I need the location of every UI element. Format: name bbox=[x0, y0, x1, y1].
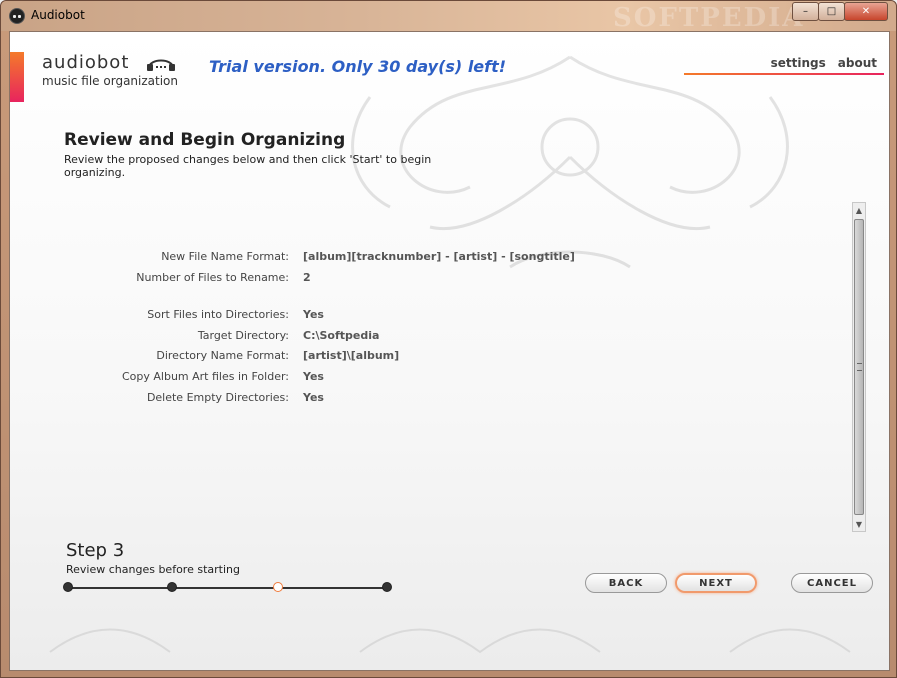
step-title: Step 3 bbox=[66, 540, 125, 561]
page-description: Review the proposed changes below and th… bbox=[64, 153, 432, 179]
summary-row-target-directory: Target Directory: C:\Softpedia bbox=[64, 329, 764, 345]
summary-label: New File Name Format: bbox=[161, 250, 289, 263]
summary-label: Delete Empty Directories: bbox=[146, 391, 289, 404]
summary-label: Sort Files into Directories: bbox=[147, 308, 289, 321]
summary-value: [album][tracknumber] - [artist] - [songt… bbox=[303, 250, 575, 263]
summary-row-directory-name-format: Directory Name Format: [artist]\[album] bbox=[64, 349, 764, 365]
audiobot-app-icon bbox=[9, 8, 25, 24]
headphones-icon bbox=[147, 59, 175, 71]
scroll-up-arrow-icon[interactable]: ▲ bbox=[853, 203, 865, 217]
bottom-ornament bbox=[49, 628, 851, 654]
app-window: Audiobot SOFTPEDIA – □ ✕ audiobot music … bbox=[0, 0, 897, 678]
summary-label: Directory Name Format: bbox=[156, 349, 289, 362]
maximize-button[interactable]: □ bbox=[818, 2, 845, 21]
summary-value: Yes bbox=[303, 370, 324, 383]
title-bar[interactable]: Audiobot SOFTPEDIA – □ ✕ bbox=[1, 1, 896, 33]
softpedia-watermark: SOFTPEDIA bbox=[613, 3, 805, 33]
summary-value: C:\Softpedia bbox=[303, 329, 380, 342]
scroll-down-arrow-icon[interactable]: ▼ bbox=[853, 517, 865, 531]
scroll-grip-icon bbox=[857, 363, 862, 371]
cancel-button[interactable]: CANCEL bbox=[791, 573, 873, 593]
step-description: Review changes before starting bbox=[66, 563, 240, 576]
step-dot-2 bbox=[167, 582, 177, 592]
summary-row-delete-empty-directories: Delete Empty Directories: Yes bbox=[64, 391, 764, 407]
accent-bar bbox=[10, 52, 24, 102]
trial-notice: Trial version. Only 30 day(s) left! bbox=[209, 57, 507, 76]
step-dot-4 bbox=[382, 582, 392, 592]
summary-label: Copy Album Art files in Folder: bbox=[121, 370, 289, 383]
step-dot-3-current bbox=[273, 582, 283, 592]
summary-row-file-name-format: New File Name Format: [album][tracknumbe… bbox=[64, 250, 764, 266]
summary-label: Target Directory: bbox=[197, 329, 289, 342]
summary-row-sort-into-directories: Sort Files into Directories: Yes bbox=[64, 308, 764, 324]
summary-value: 2 bbox=[303, 271, 311, 284]
summary-label: Number of Files to Rename: bbox=[136, 271, 289, 284]
app-tagline: music file organization bbox=[42, 74, 178, 88]
window-title: Audiobot bbox=[31, 8, 85, 22]
app-logo-name: audiobot bbox=[42, 52, 130, 73]
summary-row-files-to-rename: Number of Files to Rename: 2 bbox=[64, 271, 764, 287]
step-dot-1 bbox=[63, 582, 73, 592]
summary-row-copy-album-art: Copy Album Art files in Folder: Yes bbox=[64, 370, 764, 386]
vertical-scrollbar[interactable]: ▲ ▼ bbox=[852, 202, 866, 532]
back-button[interactable]: BACK bbox=[585, 573, 667, 593]
next-button[interactable]: NEXT bbox=[675, 573, 757, 593]
settings-link[interactable]: settings bbox=[771, 56, 826, 70]
step-progress-track bbox=[68, 587, 388, 589]
top-nav: settings about bbox=[771, 56, 877, 70]
summary-value: Yes bbox=[303, 391, 324, 404]
close-button[interactable]: ✕ bbox=[844, 2, 888, 21]
about-link[interactable]: about bbox=[838, 56, 877, 70]
minimize-button[interactable]: – bbox=[792, 2, 819, 21]
summary-value: Yes bbox=[303, 308, 324, 321]
summary-value: [artist]\[album] bbox=[303, 349, 400, 362]
window-controls: – □ ✕ bbox=[792, 2, 888, 21]
client-area: audiobot music file organization Trial v… bbox=[9, 31, 890, 671]
page-title: Review and Begin Organizing bbox=[64, 130, 346, 150]
scroll-thumb[interactable] bbox=[854, 219, 864, 515]
nav-underline bbox=[684, 73, 884, 75]
